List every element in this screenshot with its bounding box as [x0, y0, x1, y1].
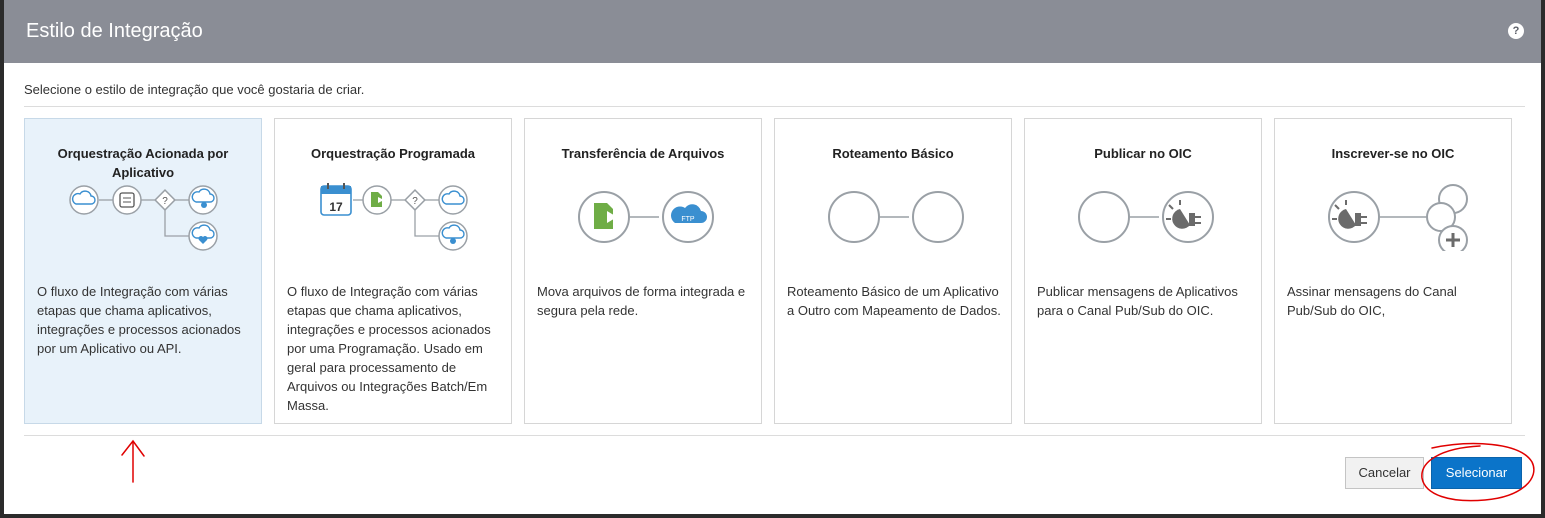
dialog-header: Estilo de Integração ?: [4, 0, 1541, 63]
card-file-transfer[interactable]: Transferência de Arquivos FTP Mova arqui…: [524, 118, 762, 424]
calendar-day-label: 17: [329, 200, 343, 214]
cancel-button[interactable]: Cancelar: [1345, 457, 1424, 489]
publish-flow-icon: [1078, 191, 1214, 243]
card-description: Publicar mensagens de Aplicativos para o…: [1037, 284, 1238, 318]
ftp-label: FTP: [681, 216, 695, 223]
instruction-text: Selecione o estilo de integração que voc…: [24, 82, 365, 97]
card-description: Roteamento Básico de um Aplicativo a Out…: [787, 284, 1001, 318]
file-transfer-icon: FTP: [578, 191, 714, 243]
card-basic-routing[interactable]: Roteamento Básico Roteamento Básico de u…: [774, 118, 1012, 424]
card-title: Transferência de Arquivos: [561, 146, 725, 161]
card-title: Roteamento Básico: [832, 146, 954, 161]
top-divider: [24, 106, 1525, 107]
dialog-title: Estilo de Integração: [26, 20, 203, 42]
subscribe-flow-icon: [1328, 184, 1468, 251]
card-title: Publicar no OIC: [1094, 146, 1192, 161]
card-publish-oic[interactable]: Publicar no OIC Publicar mensagens de Ap…: [1024, 118, 1262, 424]
select-button[interactable]: Selecionar: [1431, 457, 1522, 489]
card-title: Orquestração Programada: [310, 146, 475, 161]
card-description: O fluxo de Integração com várias etapas …: [37, 284, 241, 356]
card-description: Mova arquivos de forma integrada e segur…: [537, 284, 746, 318]
card-app-driven-orchestration[interactable]: Orquestração Acionada por Aplicativo ? O…: [24, 118, 262, 424]
card-description: Assinar mensagens do Canal Pub/Sub do OI…: [1287, 284, 1457, 318]
card-description: O fluxo de Integração com várias etapas …: [287, 284, 491, 413]
svg-text:?: ?: [162, 196, 168, 207]
help-icon[interactable]: ?: [1508, 23, 1524, 39]
card-scheduled-orchestration[interactable]: Orquestração Programada 17 ? O fluxo de …: [274, 118, 512, 424]
integration-style-dialog: Estilo de Integração ? Selecione o estil…: [4, 0, 1541, 514]
app-driven-flow-icon: ?: [69, 185, 218, 251]
scheduled-flow-icon: 17 ?: [320, 183, 468, 251]
svg-text:?: ?: [412, 196, 418, 207]
bottom-divider: [24, 435, 1525, 436]
card-title: Orquestração Acionada por Aplicativo: [57, 146, 229, 180]
card-subscribe-oic[interactable]: Inscrever-se no OIC Assinar mensagens do…: [1274, 118, 1512, 424]
card-title: Inscrever-se no OIC: [1331, 146, 1455, 161]
basic-routing-icon: [828, 191, 964, 243]
